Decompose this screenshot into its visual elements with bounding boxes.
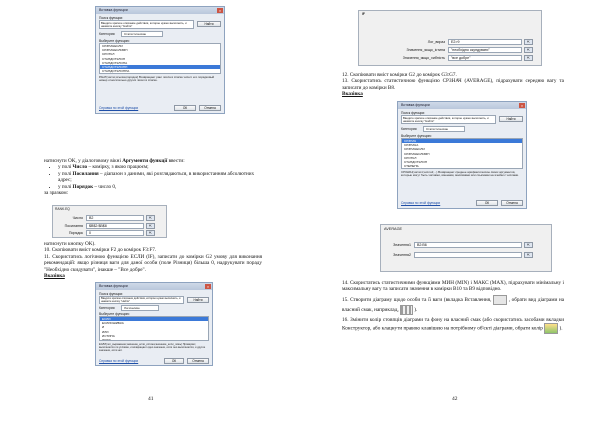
column-chart-icon[interactable]	[399, 304, 413, 315]
step-11: 11. Скористатись логічною функцією ЕСЛИ …	[44, 253, 262, 273]
argument-bullets: у полі Число – комірку, з якою працюєм; …	[44, 164, 262, 190]
function-description: ЕСЛИ(лог_выражение;значение_если_истина;…	[99, 343, 206, 352]
argument-input[interactable]: "все добре"	[448, 55, 522, 61]
range-select-icon[interactable]: ⇱	[146, 222, 155, 229]
function-list-item[interactable]: СТЕПЕНЬ	[402, 164, 522, 168]
ok-button[interactable]: ОК	[174, 105, 196, 111]
category-select[interactable]: Статистические	[423, 126, 465, 132]
as-shown: за зразком:	[44, 190, 69, 197]
find-button[interactable]: Найти	[499, 116, 523, 122]
argument-label: Значення2	[393, 253, 411, 257]
fill-color-icon[interactable]	[544, 323, 559, 335]
insert-function-dialog-1: Вставка функции × Поиск функции: Введите …	[95, 6, 225, 114]
argument-input[interactable]: B2	[86, 215, 144, 221]
instruction-block-3: 12. Скопіювати вміст комірки G2 до комір…	[342, 72, 564, 98]
step-15: 15. Створити діаграму щодо особи та її в…	[342, 294, 564, 315]
range-select-icon[interactable]: ⇱	[146, 215, 155, 221]
dialog-title-bar: Вставка функции ×	[96, 283, 212, 290]
function-name: RANK.EQ	[55, 207, 70, 211]
argument-input[interactable]	[414, 252, 522, 258]
argument-input[interactable]: $B$2:$B$8	[86, 222, 144, 229]
cancel-button[interactable]: Отмена	[501, 200, 523, 206]
help-link[interactable]: Справка по этой функции	[401, 201, 440, 205]
instruction-block-4: 14. Скористатись статистичними функціями…	[342, 280, 564, 335]
insert-function-dialog-2: Вставка функции × Поиск функции: Введите …	[95, 282, 213, 366]
help-link[interactable]: Справка по этой функции	[99, 359, 138, 363]
find-button[interactable]: Найти	[197, 21, 221, 27]
function-list-item[interactable]: СТАНДОТКЛОНПА	[100, 69, 220, 73]
argument-label: Число	[72, 216, 83, 220]
argument-input[interactable]: E2>9	[448, 39, 522, 45]
close-icon[interactable]: ×	[519, 103, 525, 108]
search-input[interactable]: Введите краткое описание действия, котор…	[99, 20, 194, 29]
function-description: СРЗНАЧ(число1;число2;...) Возвращает сре…	[401, 170, 519, 178]
argument-label: Посилання	[64, 223, 83, 228]
close-icon[interactable]: ×	[217, 8, 223, 13]
cancel-button[interactable]: Отмена	[199, 105, 221, 111]
range-select-icon[interactable]: ⇱	[524, 252, 533, 258]
instruction-block-2: натиснути кнопку OK). 10. Скопіювати вмі…	[44, 241, 262, 279]
range-select-icon[interactable]: ⇱	[524, 47, 533, 53]
hint-label: Вказівка	[44, 273, 65, 280]
chart-insert-icon[interactable]	[493, 294, 508, 305]
rank-arguments-pane: RANK.EQ Число B2 ⇱ Посилання $B$2:$B$8 ⇱ Поряд…	[52, 205, 167, 238]
category-label: Категория:	[401, 127, 418, 131]
function-description: РАНГ(число;ссылка;порядок) Возвращает ра…	[99, 75, 215, 83]
argument-label: Лог_вираз	[427, 40, 445, 44]
step-16: 16. Змінити колір стовпців діаграми та ф…	[342, 317, 564, 335]
function-list[interactable]: СРЗНАЧЕСЛИ СРЗНАЧЕСЛИМН СРОТКЛ СТАНДОТКЛОН С…	[99, 43, 221, 74]
page-number: 41	[148, 396, 154, 402]
argument-input[interactable]: "необхідно скундувати"	[448, 47, 522, 53]
search-input[interactable]: Введите краткое описание действия, котор…	[401, 115, 496, 124]
help-link[interactable]: Справка по этой функции	[99, 106, 138, 110]
range-select-icon[interactable]: ⇱	[524, 39, 533, 45]
category-select[interactable]: Статистические	[121, 31, 163, 37]
insert-function-dialog-3: Вставка функции × Поиск функции: Введите …	[397, 101, 527, 209]
close-icon[interactable]: ×	[205, 284, 211, 289]
instruction-block-1: натиснути OK, у діалоговому вікні Аргуме…	[44, 158, 262, 196]
cancel-button[interactable]: Отмена	[187, 358, 209, 364]
if-arguments-pane: IF Лог_вираз E2>9 ⇱ Значення_якщо_істина "не…	[358, 10, 542, 66]
range-select-icon[interactable]: ⇱	[146, 230, 155, 236]
page-number: 42	[452, 396, 458, 402]
ok-button[interactable]: ОК	[164, 358, 184, 364]
argument-label: Порядок	[68, 231, 83, 235]
dialog-title-bar: Вставка функции ×	[96, 7, 224, 14]
step-14: 14. Скористатись статистичними функціями…	[342, 280, 564, 293]
average-arguments-pane: AVERAGE Значення1 B2:B6 ⇱ Значення2 ⇱	[380, 224, 552, 272]
function-list[interactable]: СРЗНАЧ СРЗНАЧА СРЗНАЧЕСЛИ СРЗНАЧЕСЛИМН СРОТК…	[401, 138, 523, 169]
dialog-title-bar: Вставка функции ×	[398, 102, 526, 109]
function-list[interactable]: ЕСЛИЕСЛИОШИБКАИИЛИИСТИНАЛОЖЬНЕ	[99, 316, 209, 341]
argument-input[interactable]: 0	[86, 230, 144, 236]
ok-button[interactable]: ОК	[476, 200, 498, 206]
range-select-icon[interactable]: ⇱	[524, 242, 533, 248]
argument-input[interactable]: B2:B6	[414, 242, 522, 248]
step-13: 13. Скористатись статистичною функцією С…	[342, 78, 564, 91]
argument-bullet: у полі Посилання – діапазон з даними, як…	[58, 171, 262, 184]
argument-label: Значення1	[393, 243, 411, 247]
category-select[interactable]: Логические	[121, 305, 159, 311]
find-button[interactable]: Найти	[187, 297, 209, 303]
function-name: AVERAGE	[384, 227, 403, 231]
search-input[interactable]: Введите краткое описание действия, котор…	[99, 296, 184, 304]
page-41: Вставка функции × Поиск функции: Введите …	[0, 0, 300, 424]
argument-label: Значення_якщо_хибність	[402, 56, 445, 60]
category-label: Категория:	[99, 306, 116, 310]
range-select-icon[interactable]: ⇱	[524, 55, 533, 61]
function-list-item[interactable]: ЛОЖЬ	[100, 338, 208, 340]
page-42: IF Лог_вираз E2>9 ⇱ Значення_якщо_істина "не…	[300, 0, 600, 424]
hint-label: Вказівка	[342, 91, 363, 98]
category-label: Категория:	[99, 32, 116, 36]
argument-label: Значення_якщо_істина	[406, 48, 445, 52]
